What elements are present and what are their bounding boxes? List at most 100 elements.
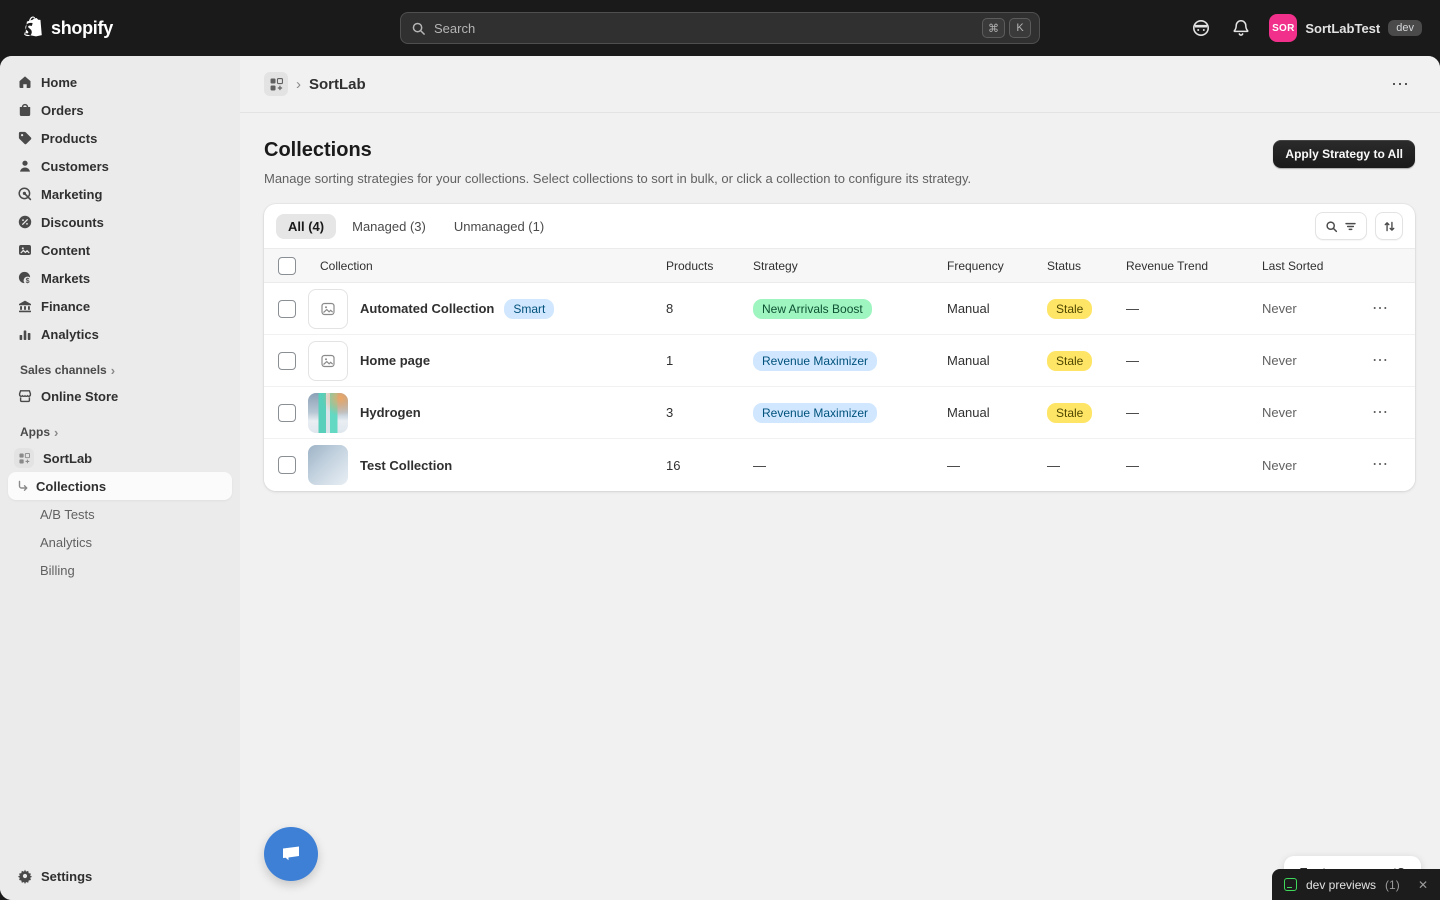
sidekick-icon	[1190, 17, 1212, 39]
filter-icon	[1344, 220, 1357, 233]
sidebar-item-orders[interactable]: Orders	[8, 96, 232, 124]
collection-name-link[interactable]: Automated Collection	[360, 301, 494, 316]
sidebar-item-home[interactable]: Home	[8, 68, 232, 96]
collection-name-link[interactable]: Test Collection	[360, 458, 452, 473]
sidebar-item-label: Markets	[41, 270, 91, 286]
revenue-trend-value: —	[1126, 405, 1139, 420]
section-label: Sales channels	[20, 363, 107, 377]
svg-text:$: $	[25, 278, 29, 285]
row-checkbox[interactable]	[278, 403, 296, 422]
chevron-right-icon: ›	[296, 75, 301, 93]
sidebar-item-markets[interactable]: $ Markets	[8, 264, 232, 292]
select-all-checkbox[interactable]	[278, 256, 296, 275]
sort-arrows-icon	[1383, 220, 1396, 233]
global-search-input[interactable]: Search ⌘ K	[400, 12, 1040, 44]
sidebar-item-collections[interactable]: Collections	[8, 472, 232, 500]
sidebar-item-label: Analytics	[40, 534, 93, 550]
bank-icon	[16, 298, 33, 315]
revenue-trend-value: —	[1126, 301, 1139, 316]
frequency-value: Manual	[947, 405, 990, 420]
frequency-value: Manual	[947, 353, 990, 368]
tab-unmanaged[interactable]: Unmanaged (1)	[442, 214, 556, 239]
target-icon	[16, 186, 33, 203]
shopify-wordmark: shopify	[51, 17, 113, 38]
page-header-text: Collections Manage sorting strategies fo…	[264, 139, 971, 186]
sidebar-item-products[interactable]: Products	[8, 124, 232, 152]
row-actions-menu-button[interactable]: ⋯	[1372, 457, 1415, 473]
search-placeholder: Search	[434, 20, 476, 36]
collection-thumbnail-image	[308, 392, 348, 433]
collection-name-link[interactable]: Home page	[360, 353, 430, 368]
chat-widget-button[interactable]	[264, 827, 318, 881]
gear-icon	[16, 868, 33, 885]
sidebar-item-billing[interactable]: Billing	[8, 556, 232, 584]
section-label: Apps	[20, 425, 50, 439]
sidebar-item-label: Customers	[41, 158, 109, 174]
env-badge: dev	[1388, 20, 1422, 36]
row-actions-menu-button[interactable]: ⋯	[1372, 404, 1415, 421]
collection-thumbnail-placeholder	[308, 288, 348, 329]
table-row[interactable]: Automated Collection Smart 8 New Arrival…	[264, 283, 1415, 335]
column-header-collection: Collection	[320, 258, 373, 273]
close-icon[interactable]: ✕	[1418, 878, 1428, 892]
topbar-actions: SOR SortLabTest dev	[1185, 0, 1428, 56]
sidebar-item-finance[interactable]: Finance	[8, 292, 232, 320]
app-frame: Home Orders Products Customers Marketing…	[0, 56, 1440, 900]
dev-previews-toast: dev previews (1) ✕	[1272, 869, 1440, 900]
table-row[interactable]: Home page 1 Revenue Maximizer Manual Sta…	[264, 335, 1415, 387]
sidebar-item-label: Analytics	[41, 326, 99, 342]
row-checkbox[interactable]	[278, 456, 296, 474]
tag-icon	[16, 130, 33, 147]
row-actions-menu-button[interactable]: ⋯	[1372, 352, 1415, 369]
sidebar-item-content[interactable]: Content	[8, 236, 232, 264]
status-badge: Stale	[1047, 402, 1093, 423]
sidebar-section-apps[interactable]: Apps ›	[0, 420, 240, 444]
sidebar-item-analytics[interactable]: Analytics	[8, 320, 232, 348]
user-menu[interactable]: SOR SortLabTest dev	[1265, 10, 1428, 46]
column-header-products: Products	[666, 258, 714, 273]
bar-chart-icon	[16, 326, 33, 343]
shopify-logo[interactable]: shopify	[22, 16, 113, 40]
page-actions-menu-button[interactable]: ⋯	[1385, 72, 1416, 97]
apply-strategy-button[interactable]: Apply Strategy to All	[1273, 140, 1415, 168]
sortlab-app-icon	[14, 448, 34, 468]
row-checkbox[interactable]	[278, 299, 296, 318]
collection-name-link[interactable]: Hydrogen	[360, 405, 421, 420]
sidebar-item-label: Marketing	[41, 186, 103, 202]
sidebar-item-settings[interactable]: Settings	[8, 862, 232, 890]
notifications-button[interactable]	[1225, 12, 1257, 44]
sort-button[interactable]	[1375, 212, 1403, 240]
sidebar-item-ab-tests[interactable]: A/B Tests	[8, 500, 232, 528]
sidebar-item-label: A/B Tests	[40, 506, 95, 522]
sidebar-item-sortlab-app[interactable]: SortLab	[8, 444, 232, 472]
sidebar-item-online-store[interactable]: Online Store	[8, 382, 232, 410]
sidebar-item-marketing[interactable]: Marketing	[8, 180, 232, 208]
products-count: 16	[666, 457, 681, 473]
sidebar-section-sales-channels[interactable]: Sales channels ›	[0, 358, 240, 382]
search-icon	[411, 21, 426, 36]
sidebar-item-customers[interactable]: Customers	[8, 152, 232, 180]
sidekick-assistant-button[interactable]	[1185, 12, 1217, 44]
column-header-status: Status	[1047, 258, 1082, 273]
bell-icon	[1231, 18, 1251, 38]
tab-all[interactable]: All (4)	[276, 213, 337, 239]
column-header-frequency: Frequency	[947, 258, 1004, 273]
row-checkbox[interactable]	[278, 351, 296, 370]
search-filter-button[interactable]	[1315, 212, 1367, 240]
table-row[interactable]: Test Collection 16 — — — — Never ⋯	[264, 439, 1415, 491]
table-row[interactable]: Hydrogen 3 Revenue Maximizer Manual Stal…	[264, 387, 1415, 439]
status-badge: Stale	[1047, 298, 1093, 319]
sidebar-item-app-analytics[interactable]: Analytics	[8, 528, 232, 556]
sidebar-item-label: Content	[41, 242, 91, 258]
sidebar-item-discounts[interactable]: Discounts	[8, 208, 232, 236]
strategy-badge: New Arrivals Boost	[753, 298, 872, 319]
tab-managed[interactable]: Managed (3)	[340, 214, 438, 239]
products-count: 1	[666, 353, 674, 368]
row-actions-menu-button[interactable]: ⋯	[1372, 300, 1415, 317]
topbar: shopify Search ⌘ K SOR SortLabTest dev	[0, 0, 1440, 56]
breadcrumb-current: SortLab	[309, 75, 366, 93]
breadcrumb-app-icon[interactable]	[264, 72, 288, 96]
sidebar-item-label: Orders	[41, 102, 84, 118]
products-count: 3	[666, 405, 674, 420]
